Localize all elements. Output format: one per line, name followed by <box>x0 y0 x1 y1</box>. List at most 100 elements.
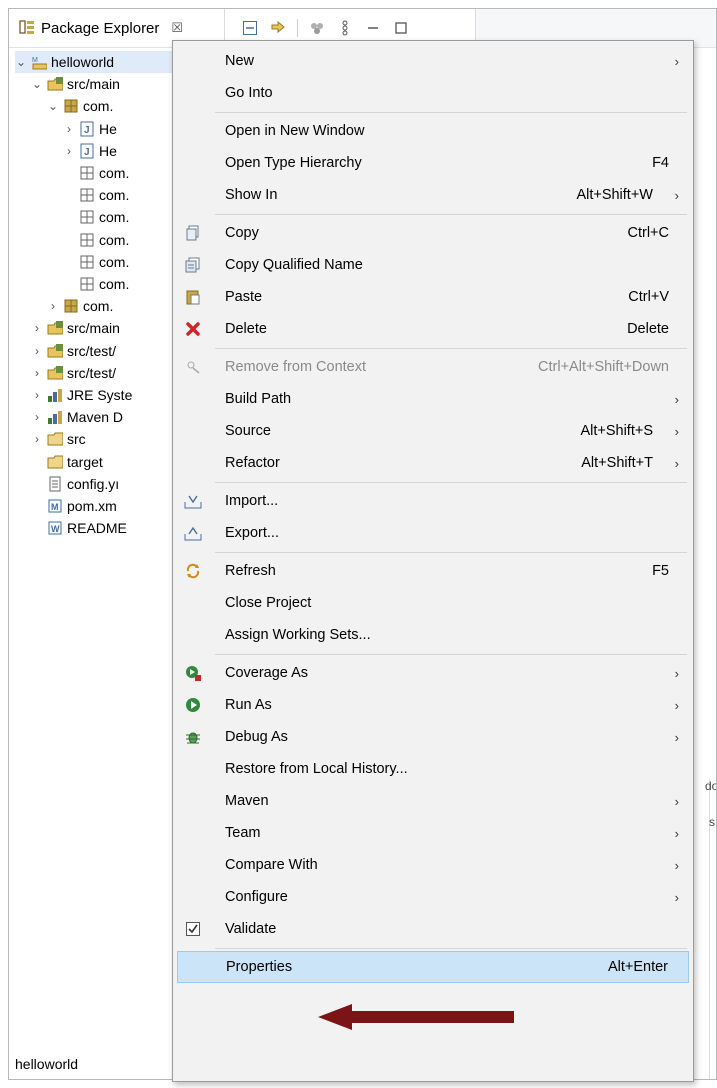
menu-item-assign-working-sets[interactable]: Assign Working Sets... <box>177 619 689 651</box>
tree-item[interactable]: com. <box>63 251 129 273</box>
menu-item-validate[interactable]: Validate <box>177 913 689 945</box>
maximize-icon[interactable] <box>392 19 410 37</box>
tree-item[interactable]: ⌄ com. <box>47 95 113 117</box>
menu-item-label: Remove from Context <box>225 359 367 375</box>
tree-item[interactable]: Mpom.xm <box>31 495 117 517</box>
menu-item-refactor[interactable]: Refactor Alt+Shift+T › <box>177 447 689 479</box>
status-bar: helloworld <box>9 1049 179 1079</box>
maven-pom-icon: M <box>47 498 63 514</box>
empty-package-icon <box>79 187 95 203</box>
svg-text:J: J <box>84 125 90 136</box>
chevron-right-icon: › <box>674 729 679 745</box>
tree-item-project[interactable]: ⌄ Mhelloworld <box>15 51 175 73</box>
minimize-icon[interactable] <box>364 19 382 37</box>
tree-item[interactable]: › JRE Syste <box>31 384 132 406</box>
tree-item-label: com. <box>99 276 130 292</box>
chevron-down-icon[interactable]: ⌄ <box>15 55 27 69</box>
menu-item-new[interactable]: New › <box>177 45 689 77</box>
tree-item[interactable]: com. <box>63 229 129 251</box>
tree-item[interactable]: › J He <box>63 118 117 140</box>
menu-item-coverage-as[interactable]: Coverage As › <box>177 657 689 689</box>
tree-item[interactable]: config.yı <box>31 473 119 495</box>
close-tab-icon[interactable]: ☒ <box>171 20 183 36</box>
menu-separator <box>215 551 687 553</box>
menu-item-label: Coverage As <box>225 665 309 681</box>
chevron-right-icon: › <box>674 391 679 407</box>
tree-item-label: README <box>67 520 127 537</box>
tree-item[interactable]: › J He <box>63 140 117 162</box>
tree-item[interactable]: target <box>31 451 103 473</box>
menu-item-properties[interactable]: Properties Alt+Enter <box>177 951 689 983</box>
menu-item-refresh[interactable]: Refresh F5 <box>177 555 689 587</box>
menu-item-copy[interactable]: Copy Ctrl+C <box>177 217 689 249</box>
menu-item-export[interactable]: Export... <box>177 517 689 549</box>
chevron-right-icon[interactable]: › <box>31 344 43 358</box>
chevron-right-icon[interactable]: › <box>31 321 43 335</box>
menu-item-copy-qualified-name[interactable]: Copy Qualified Name <box>177 249 689 281</box>
tree-item[interactable]: › src/main <box>31 317 120 339</box>
menu-item-team[interactable]: Team › <box>177 817 689 849</box>
menu-item-configure[interactable]: Configure › <box>177 881 689 913</box>
menu-item-open-in-new-window[interactable]: Open in New Window <box>177 115 689 147</box>
menu-item-maven[interactable]: Maven › <box>177 785 689 817</box>
menu-item-shortcut: Ctrl+C <box>627 225 670 241</box>
view-menu-icon[interactable] <box>336 19 354 37</box>
menu-item-debug-as[interactable]: Debug As › <box>177 721 689 753</box>
tree-item[interactable]: › src/test/ <box>31 362 116 384</box>
tree-item[interactable]: ⌄ src/main <box>31 73 120 95</box>
chevron-right-icon[interactable]: › <box>31 366 43 380</box>
menu-item-label: Properties <box>226 959 293 975</box>
menu-item-label: Build Path <box>225 391 292 407</box>
menu-item-label: Source <box>225 423 271 439</box>
menu-item-label: Go Into <box>225 85 273 101</box>
tree-item[interactable]: com. <box>63 206 129 228</box>
menu-item-go-into[interactable]: Go Into <box>177 77 689 109</box>
chevron-right-icon[interactable]: › <box>47 299 59 313</box>
tree-item-label: src <box>67 431 86 448</box>
menu-item-label: Debug As <box>225 729 288 745</box>
tree-item[interactable]: com. <box>63 184 129 206</box>
menu-item-restore-from-local-history[interactable]: Restore from Local History... <box>177 753 689 785</box>
menu-separator <box>215 481 687 483</box>
menu-item-run-as[interactable]: Run As › <box>177 689 689 721</box>
source-folder-icon <box>47 76 63 92</box>
tree-item[interactable]: com. <box>63 273 129 295</box>
side-panel-text: do <box>705 779 716 793</box>
menu-item-close-project[interactable]: Close Project <box>177 587 689 619</box>
menu-item-delete[interactable]: Delete Delete <box>177 313 689 345</box>
export-icon <box>183 523 203 543</box>
link-with-editor-icon[interactable] <box>269 19 287 37</box>
collapse-all-icon[interactable] <box>241 19 259 37</box>
menu-item-show-in[interactable]: Show In Alt+Shift+W › <box>177 179 689 211</box>
filter-icon[interactable] <box>308 19 326 37</box>
menu-item-open-type-hierarchy[interactable]: Open Type Hierarchy F4 <box>177 147 689 179</box>
package-icon <box>63 298 79 314</box>
menu-item-compare-with[interactable]: Compare With › <box>177 849 689 881</box>
menu-item-import[interactable]: Import... <box>177 485 689 517</box>
chevron-right-icon: › <box>674 423 679 439</box>
chevron-down-icon[interactable]: ⌄ <box>47 99 59 113</box>
tree-item[interactable]: › src <box>31 428 86 450</box>
context-menu: New › Go Into Open in New Window Open Type H… <box>172 40 694 1082</box>
menu-item-build-path[interactable]: Build Path › <box>177 383 689 415</box>
explorer-toolbar <box>241 19 410 37</box>
tree-item-label: helloworld <box>51 54 115 70</box>
menu-item-paste[interactable]: Paste Ctrl+V <box>177 281 689 313</box>
tree-item[interactable]: › Maven D <box>31 406 123 428</box>
tree-item-label: src/test/ <box>67 342 117 359</box>
tree-item[interactable]: W README <box>31 517 127 539</box>
chevron-right-icon[interactable]: › <box>31 388 43 402</box>
tree-item[interactable]: › src/test/ <box>31 340 116 362</box>
debug-icon <box>183 727 203 747</box>
tree-item-label: target <box>67 453 103 470</box>
chevron-right-icon[interactable]: › <box>63 144 75 158</box>
tree-item[interactable]: com. <box>63 162 129 184</box>
menu-item-label: Restore from Local History... <box>225 761 408 777</box>
tree-item[interactable]: › com. <box>47 295 113 317</box>
chevron-right-icon[interactable]: › <box>31 410 43 424</box>
chevron-right-icon[interactable]: › <box>63 122 75 136</box>
chevron-right-icon[interactable]: › <box>31 432 43 446</box>
chevron-down-icon[interactable]: ⌄ <box>31 77 43 91</box>
menu-item-source[interactable]: Source Alt+Shift+S › <box>177 415 689 447</box>
tree-item-label: src/main <box>67 320 120 337</box>
